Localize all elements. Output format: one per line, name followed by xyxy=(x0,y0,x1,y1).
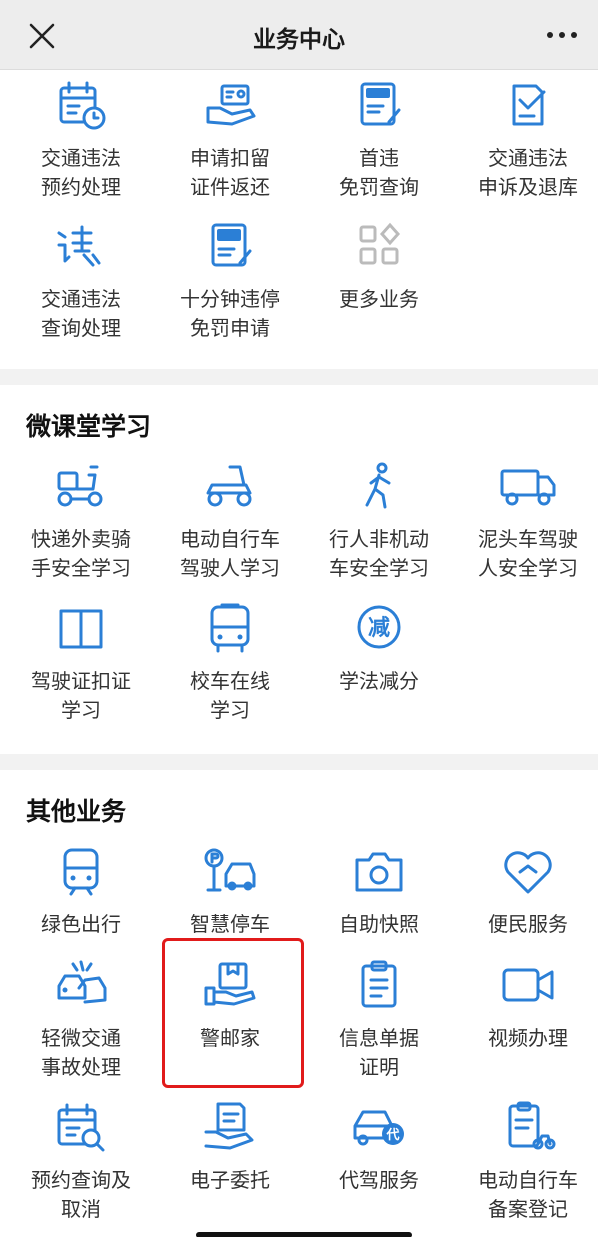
parking-icon xyxy=(200,844,260,900)
item-label: 视频办理 xyxy=(488,1026,568,1050)
item-label: 信息单据 证明 xyxy=(339,1026,419,1079)
item-label: 快递外卖骑 手安全学习 xyxy=(31,527,131,580)
service-item[interactable]: 更多业务 xyxy=(304,219,454,314)
car-accident-icon xyxy=(51,958,111,1014)
study-item[interactable]: 驾驶证扣证 学习 xyxy=(6,601,156,725)
item-label: 校车在线 学习 xyxy=(190,669,270,722)
other-item[interactable]: 电子委托 xyxy=(155,1100,305,1195)
item-label: 电动自行车 备案登记 xyxy=(478,1168,578,1221)
study-item[interactable]: 校车在线 学习 xyxy=(155,601,305,725)
title-bar: 业务中心 xyxy=(0,0,598,70)
pedestrian-icon xyxy=(349,459,409,515)
other-item[interactable]: 代 代驾服务 xyxy=(304,1100,454,1195)
service-item[interactable]: 交通违法 预约处理 xyxy=(6,78,156,202)
highlight-box xyxy=(162,938,304,1088)
study-item[interactable]: 泥头车驾驶 人安全学习 xyxy=(453,459,598,583)
item-label: 绿色出行 xyxy=(41,912,121,936)
item-label: 轻微交通 事故处理 xyxy=(41,1026,121,1079)
video-icon xyxy=(498,958,558,1014)
item-label: 智慧停车 xyxy=(190,912,270,936)
clipboard-icon xyxy=(349,958,409,1014)
item-label: 泥头车驾驶 人安全学习 xyxy=(478,527,578,580)
other-item[interactable]: 便民服务 xyxy=(453,844,598,939)
exempt-doc-icon xyxy=(349,78,409,134)
edit-doc-icon xyxy=(498,78,558,134)
other-item[interactable]: 轻微交通 事故处理 xyxy=(6,958,156,1082)
calendar-search-icon xyxy=(51,1100,111,1156)
section-divider xyxy=(0,369,598,385)
study-item[interactable]: 电动自行车 驾驶人学习 xyxy=(155,459,305,583)
other-item[interactable]: 自助快照 xyxy=(304,844,454,939)
other-item[interactable]: 视频办理 xyxy=(453,958,598,1053)
item-label: 十分钟违停 免罚申请 xyxy=(180,287,280,340)
item-label: 申请扣留 证件返还 xyxy=(190,146,270,199)
school-bus-icon xyxy=(200,601,260,657)
ten-minute-doc-icon xyxy=(200,219,260,275)
train-icon xyxy=(51,844,111,900)
calendar-clock-icon xyxy=(51,78,111,134)
item-label: 代驾服务 xyxy=(339,1168,419,1192)
study-item[interactable]: 行人非机动 车安全学习 xyxy=(304,459,454,583)
truck-icon xyxy=(498,459,558,515)
service-item[interactable]: 首违 免罚查询 xyxy=(304,78,454,202)
item-label: 预约查询及 取消 xyxy=(31,1168,131,1221)
ebike-icon xyxy=(200,459,260,515)
item-label: 交通违法 预约处理 xyxy=(41,146,121,199)
other-item[interactable]: 电动自行车 备案登记 xyxy=(453,1100,598,1224)
item-label: 电子委托 xyxy=(190,1168,270,1192)
page-title: 业务中心 xyxy=(253,27,345,53)
item-label: 电动自行车 驾驶人学习 xyxy=(180,527,280,580)
other-item[interactable]: 智慧停车 xyxy=(155,844,305,939)
more-grid-icon xyxy=(349,219,409,275)
item-label: 首违 免罚查询 xyxy=(339,146,419,199)
item-label: 学法减分 xyxy=(339,669,419,693)
item-label: 驾驶证扣证 学习 xyxy=(31,669,131,722)
item-label: 自助快照 xyxy=(339,912,419,936)
violation-icon xyxy=(51,219,111,275)
service-item[interactable]: 交通违法 申诉及退库 xyxy=(453,78,598,202)
item-label: 交通违法 申诉及退库 xyxy=(478,146,578,199)
service-item[interactable]: 申请扣留 证件返还 xyxy=(155,78,305,202)
other-item[interactable]: 预约查询及 取消 xyxy=(6,1100,156,1224)
designated-driver-icon: 代 xyxy=(349,1100,409,1156)
hand-card-icon xyxy=(200,78,260,134)
other-item[interactable]: 信息单据 证明 xyxy=(304,958,454,1082)
item-label: 交通违法 查询处理 xyxy=(41,287,121,340)
study-item[interactable]: 快递外卖骑 手安全学习 xyxy=(6,459,156,583)
reduce-points-icon: 减 xyxy=(349,601,409,657)
item-label: 便民服务 xyxy=(488,912,568,936)
traffic-services-section: 交通违法 预约处理 申请扣留 证件返还 首违 免罚查询 交通违法 申诉及退库 交通违法查… xyxy=(0,71,598,369)
home-indicator xyxy=(196,1232,412,1237)
camera-icon xyxy=(349,844,409,900)
section-divider xyxy=(0,754,598,770)
svg-text:减: 减 xyxy=(368,615,390,641)
study-item[interactable]: 减 学法减分 xyxy=(304,601,454,696)
section-title: 其他业务 xyxy=(26,797,127,826)
ebike-register-icon xyxy=(498,1100,558,1156)
heart-icon xyxy=(498,844,558,900)
hand-doc-icon xyxy=(200,1100,260,1156)
more-dots-icon[interactable] xyxy=(544,20,580,50)
item-label: 更多业务 xyxy=(339,287,419,311)
item-label: 行人非机动 车安全学习 xyxy=(329,527,429,580)
svg-text:代: 代 xyxy=(385,1127,399,1143)
section-title: 微课堂学习 xyxy=(26,412,152,441)
delivery-scooter-icon xyxy=(51,459,111,515)
other-item[interactable]: 绿色出行 xyxy=(6,844,156,939)
study-section: 微课堂学习 快递外卖骑 手安全学习 电动自行车 驾驶人学习 行人非机动 车安全学习 泥… xyxy=(0,385,598,754)
service-item[interactable]: 交通违法 查询处理 xyxy=(6,219,156,343)
service-item[interactable]: 十分钟违停 免罚申请 xyxy=(155,219,305,343)
book-icon xyxy=(51,601,111,657)
